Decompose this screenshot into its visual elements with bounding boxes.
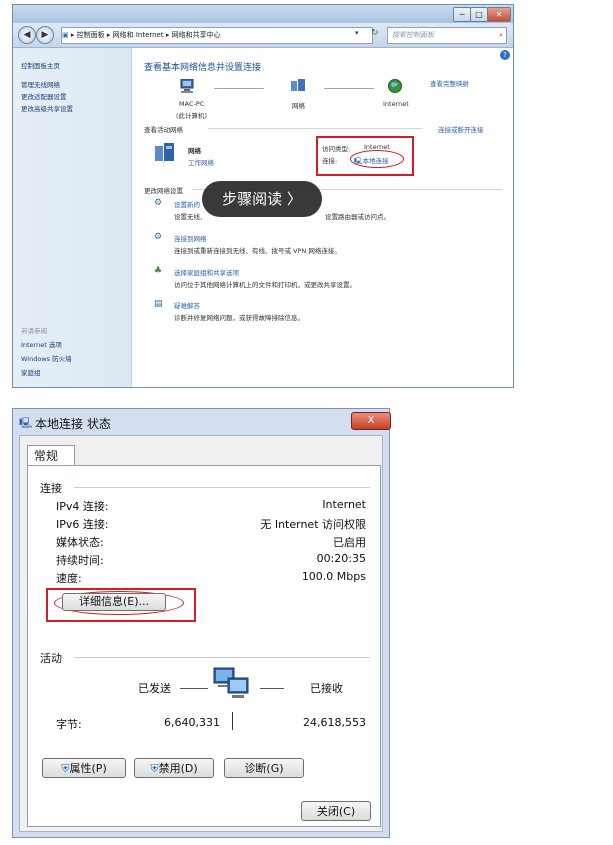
chevron-down-icon[interactable]: ▾ xyxy=(355,29,359,37)
details-button[interactable]: 详细信息(E)... xyxy=(62,593,166,611)
homegroup-icon: ♣ xyxy=(154,266,163,276)
connection-icon: 🖳 xyxy=(354,157,363,165)
breadcrumb-item[interactable]: 网络和共享中心 xyxy=(172,31,221,39)
change-settings-heading: 更改网络设置 xyxy=(144,187,183,195)
sent-label: 已发送 xyxy=(138,682,171,695)
connect-network-icon: ⚙ xyxy=(154,232,163,242)
globe-icon xyxy=(388,78,402,93)
shield-icon: ⛨ xyxy=(150,762,159,775)
see-also-heading: 另请参阅 xyxy=(21,327,47,335)
refresh-icon[interactable]: ↻ xyxy=(371,28,379,38)
address-bar: ◀ ▶ ▣ ▸ 控制面板 ▸ 网络和 Internet ▸ 网络和共享中心 ▾ … xyxy=(13,23,513,48)
help-icon[interactable]: ? xyxy=(500,50,510,60)
task-homegroup-desc: 访问位于其他网络计算机上的文件和打印机，或更改共享设置。 xyxy=(174,281,356,289)
map-link-line xyxy=(324,88,374,89)
diagnose-button[interactable]: 诊断(G) xyxy=(224,758,304,778)
maximize-button[interactable]: □ xyxy=(470,7,488,22)
ipv6-value: 无 Internet 访问权限 xyxy=(260,518,366,531)
connections-label: 连接: xyxy=(322,157,338,165)
control-panel-icon: ▣ xyxy=(62,31,69,39)
close-button[interactable]: 关闭(C) xyxy=(301,801,371,821)
task-connect-link[interactable]: 连接到网络 xyxy=(174,233,207,243)
task-troubleshoot-link[interactable]: 疑难解答 xyxy=(174,300,200,310)
dialog-close-button[interactable]: X xyxy=(351,412,391,430)
tab-general[interactable]: 常规 xyxy=(27,445,75,465)
search-input[interactable]: 搜索控制面板 ⌕ xyxy=(387,27,507,44)
ipv4-label: IPv4 连接: xyxy=(56,500,109,513)
network-computers-icon xyxy=(212,666,252,706)
computer-icon xyxy=(178,78,196,93)
connection-icon: 🖳 xyxy=(19,418,33,429)
breadcrumb[interactable]: ▣ ▸ 控制面板 ▸ 网络和 Internet ▸ 网络和共享中心 xyxy=(61,27,373,44)
media-state-value: 已启用 xyxy=(333,536,366,549)
connect-disconnect-link[interactable]: 连接或断开连接 xyxy=(438,124,484,134)
workplace-network-icon xyxy=(154,143,176,163)
access-type-label: 访问类型: xyxy=(322,145,351,153)
sidebar-item-wireless[interactable]: 管理无线网络 xyxy=(21,79,60,89)
see-also-internet-options[interactable]: Internet 选项 xyxy=(21,339,62,349)
see-also-homegroup[interactable]: 家庭组 xyxy=(21,367,41,377)
task-setup-desc-tail: 设置路由器或访问点。 xyxy=(325,213,390,221)
pc-name: MAC-PC xyxy=(179,100,205,108)
full-map-link[interactable]: 查看完整映射 xyxy=(430,78,469,88)
close-button[interactable]: ✕ xyxy=(487,7,511,22)
properties-button[interactable]: ⛨属性(P) xyxy=(42,758,126,778)
received-label: 已接收 xyxy=(310,682,343,695)
ipv4-value: Internet xyxy=(322,498,366,511)
pc-sub: (此计算机) xyxy=(176,112,208,120)
task-setup-link[interactable]: 设置新的 xyxy=(174,199,200,209)
page-title: 查看基本网络信息并设置连接 xyxy=(144,63,262,73)
forward-arrow-icon[interactable]: ▶ xyxy=(36,26,54,44)
active-network-name: 网络 xyxy=(188,147,201,155)
task-troubleshoot-desc: 诊断并修复网络问题，或获得故障排除信息。 xyxy=(174,314,304,322)
sidebar-item-adapter[interactable]: 更改适配器设置 xyxy=(21,91,67,101)
disable-button[interactable]: ⛨禁用(D) xyxy=(134,758,214,778)
task-connect-desc: 连接到或重新连接到无线、有线、拨号或 VPN 网络连接。 xyxy=(174,247,341,255)
task-homegroup-link[interactable]: 选择家庭组和共享选项 xyxy=(174,267,239,277)
step-reading-overlay[interactable]: 步骤阅读 〉 xyxy=(202,181,322,217)
media-state-label: 媒体状态: xyxy=(56,536,104,549)
bytes-sent: 6,640,331 xyxy=(164,716,220,729)
connection-heading: 连接 xyxy=(40,482,62,495)
main-content: ? 查看基本网络信息并设置连接 查看完整映射 MAC-PC (此计算机) 网络 … xyxy=(132,48,513,387)
troubleshoot-icon: ▤ xyxy=(154,299,163,309)
local-connection-link[interactable]: 🖳本地连接 xyxy=(354,155,389,168)
dialog-title: 本地连接 状态 xyxy=(35,417,111,431)
task-setup-desc: 设置无线、 xyxy=(174,213,207,221)
speed-label: 速度: xyxy=(56,572,82,585)
sidebar-item-sharing[interactable]: 更改高级共享设置 xyxy=(21,103,73,113)
minimize-button[interactable]: ─ xyxy=(453,7,471,22)
breadcrumb-item[interactable]: 控制面板 xyxy=(77,31,105,39)
status-dialog: 🖳 本地连接 状态 X 常规 连接 IPv4 连接: Internet IPv6… xyxy=(12,408,391,838)
bytes-label: 字节: xyxy=(56,718,82,731)
shield-icon: ⛨ xyxy=(61,762,70,775)
back-arrow-icon[interactable]: ◀ xyxy=(18,26,36,44)
active-networks-heading: 查看活动网络 xyxy=(144,126,183,134)
sidebar: 控制面板主页 管理无线网络 更改适配器设置 更改高级共享设置 另请参阅 Inte… xyxy=(13,48,132,387)
duration-label: 持续时间: xyxy=(56,554,104,567)
breadcrumb-item[interactable]: 网络和 Internet xyxy=(113,31,164,39)
activity-heading: 活动 xyxy=(40,652,62,665)
network-type-link[interactable]: 工作网络 xyxy=(188,157,214,167)
map-link-line xyxy=(214,88,264,89)
see-also-firewall[interactable]: Windows 防火墙 xyxy=(21,353,72,363)
speed-value: 100.0 Mbps xyxy=(301,570,366,583)
setup-connection-icon: ⚙ xyxy=(154,198,163,208)
sidebar-item-home[interactable]: 控制面板主页 xyxy=(21,60,60,70)
network-label: 网络 xyxy=(292,102,305,110)
duration-value: 00:20:35 xyxy=(316,552,366,565)
internet-label: Internet xyxy=(383,100,409,108)
search-icon[interactable]: ⌕ xyxy=(499,28,503,43)
ipv6-label: IPv6 连接: xyxy=(56,518,109,531)
bytes-received: 24,618,553 xyxy=(303,716,366,729)
window-titlebar: ─ □ ✕ xyxy=(13,5,513,23)
tab-page: 连接 IPv4 连接: Internet IPv6 连接: 无 Internet… xyxy=(27,465,381,827)
network-icon xyxy=(290,78,306,92)
